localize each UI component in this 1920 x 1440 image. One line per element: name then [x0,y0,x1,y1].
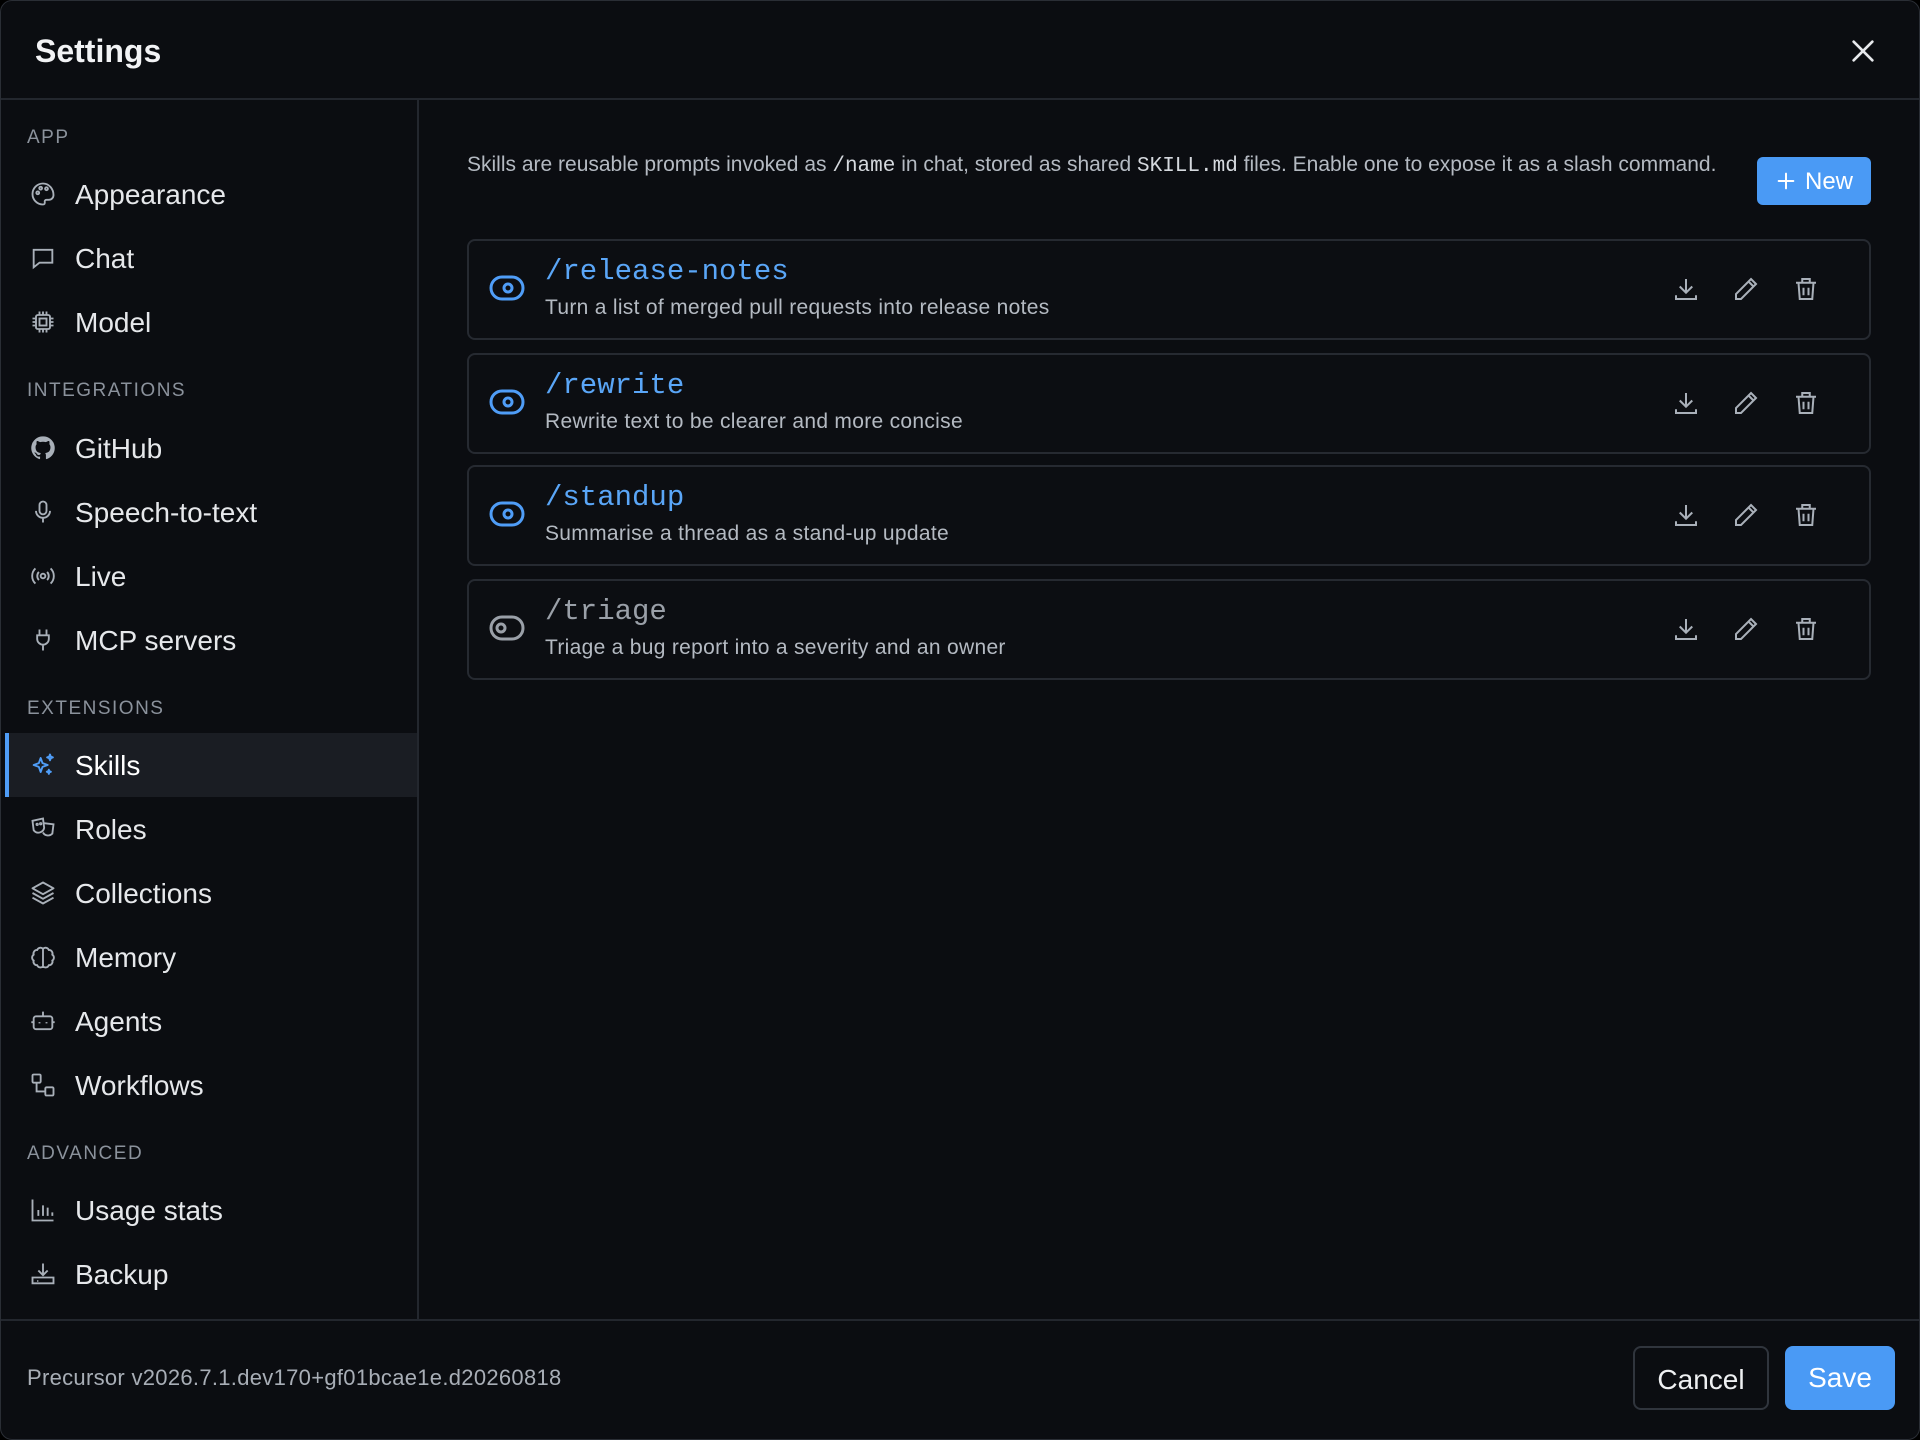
sidebar-item-label: Usage stats [75,1195,223,1226]
save-button[interactable]: Save [1785,1346,1895,1410]
robot-icon [31,1011,55,1031]
sidebar-item-usage-stats[interactable]: Usage stats [5,1178,417,1242]
trash-icon[interactable] [1791,614,1821,644]
toggle-disabled-icon[interactable] [489,614,525,642]
plug-icon [36,629,50,651]
download-icon[interactable] [1671,388,1701,418]
layers-icon [31,881,55,905]
sidebar-item-label: Appearance [75,179,227,210]
skill-description: Rewrite text to be clearer and more conc… [545,410,963,433]
sidebar-item-label: Memory [75,942,177,973]
toggle-enabled-icon[interactable] [489,388,525,416]
skill-name: /rewrite [545,369,685,402]
bar-chart-icon [31,1199,54,1222]
sidebar-item-label: GitHub [75,433,163,464]
version-label: Precursor v2026.7.1.dev170+gf01bcae1e.d2… [27,1365,562,1390]
download-icon[interactable] [1671,614,1701,644]
close-button[interactable] [1847,35,1879,67]
sidebar-item-label: Workflows [75,1070,204,1101]
settings-sidebar: APP Appearance Chat Model INTEGRATIONS G… [1,100,419,1321]
sidebar-item-backup[interactable]: Backup [5,1242,417,1306]
download-icon[interactable] [1671,500,1701,530]
sidebar-item-mcp-servers[interactable]: MCP servers [5,608,417,672]
sidebar-item-label: Model [75,307,152,338]
sidebar-item-label: Backup [75,1259,169,1290]
settings-dialog: Settings APP Appearance Chat Model INTEG… [0,0,1920,1440]
theater-masks-icon [31,817,55,837]
sidebar-item-label: Live [75,561,127,592]
cancel-button[interactable]: Cancel [1633,1346,1769,1410]
palette-icon [31,182,55,206]
sparkles-icon [32,753,54,775]
section-label-advanced: ADVANCED [27,1143,144,1164]
sidebar-item-collections[interactable]: Collections [5,861,417,925]
skill-name: /release-notes [545,255,789,288]
dialog-footer: Precursor v2026.7.1.dev170+gf01bcae1e.d2… [1,1319,1919,1439]
skill-row: /rewrite Rewrite text to be clearer and … [467,353,1871,454]
skill-name: /standup [545,481,685,514]
skill-description: Summarise a thread as a stand-up update [545,522,949,545]
sidebar-item-label: Chat [75,243,135,274]
sidebar-item-memory[interactable]: Memory [5,925,417,989]
sidebar-item-speech-to-text[interactable]: Speech-to-text [5,480,417,544]
skill-description: Turn a list of merged pull requests into… [545,296,1050,319]
pencil-icon[interactable] [1731,388,1761,418]
pencil-icon[interactable] [1731,274,1761,304]
download-icon[interactable] [1671,274,1701,304]
github-icon [31,436,55,460]
close-icon [1852,40,1874,62]
trash-icon[interactable] [1791,274,1821,304]
skill-name: /triage [545,595,667,628]
plus-icon [1777,172,1795,190]
sidebar-item-agents[interactable]: Agents [5,989,417,1053]
toggle-enabled-icon[interactable] [489,274,525,302]
skill-row: /triage Triage a bug report into a sever… [467,579,1871,680]
section-label-extensions: EXTENSIONS [27,698,165,719]
toggle-enabled-icon[interactable] [489,500,525,528]
sidebar-item-workflows[interactable]: Workflows [5,1053,417,1117]
sidebar-item-live[interactable]: Live [5,544,417,608]
trash-icon[interactable] [1791,388,1821,418]
trash-icon[interactable] [1791,500,1821,530]
pencil-icon[interactable] [1731,614,1761,644]
pencil-icon[interactable] [1731,500,1761,530]
skill-row: /standup Summarise a thread as a stand-u… [467,465,1871,566]
brain-icon [31,946,55,969]
workflow-icon [31,1073,55,1097]
section-label-app: APP [27,127,70,148]
sidebar-item-label: Roles [75,814,147,845]
sidebar-item-skills[interactable]: Skills [5,733,417,797]
download-tray-icon [31,1263,55,1285]
microphone-icon [35,500,51,523]
sidebar-item-roles[interactable]: Roles [5,797,417,861]
skill-description: Triage a bug report into a severity and … [545,636,1006,659]
dialog-header: Settings [1,1,1919,100]
sidebar-item-label: Agents [75,1006,163,1037]
sidebar-item-label: Collections [75,878,212,909]
dialog-title: Settings [35,33,162,69]
broadcast-icon [31,567,55,585]
new-skill-button[interactable]: New [1757,157,1871,205]
skill-row: /release-notes Turn a list of merged pul… [467,239,1871,340]
sidebar-item-label: Speech-to-text [75,497,258,528]
sidebar-item-appearance[interactable]: Appearance [5,162,417,226]
sidebar-item-model[interactable]: Model [5,290,417,354]
section-label-integrations: INTEGRATIONS [27,380,187,401]
skills-description: Skills are reusable prompts invoked as /… [467,153,1717,178]
sidebar-item-label: Skills [75,750,141,781]
skills-panel: Skills are reusable prompts invoked as /… [419,100,1919,1321]
sidebar-item-chat[interactable]: Chat [5,226,417,290]
cpu-chip-icon [32,311,54,333]
chat-bubble-icon [32,248,54,270]
sidebar-item-github[interactable]: GitHub [5,416,417,480]
sidebar-item-label: MCP servers [75,625,237,656]
